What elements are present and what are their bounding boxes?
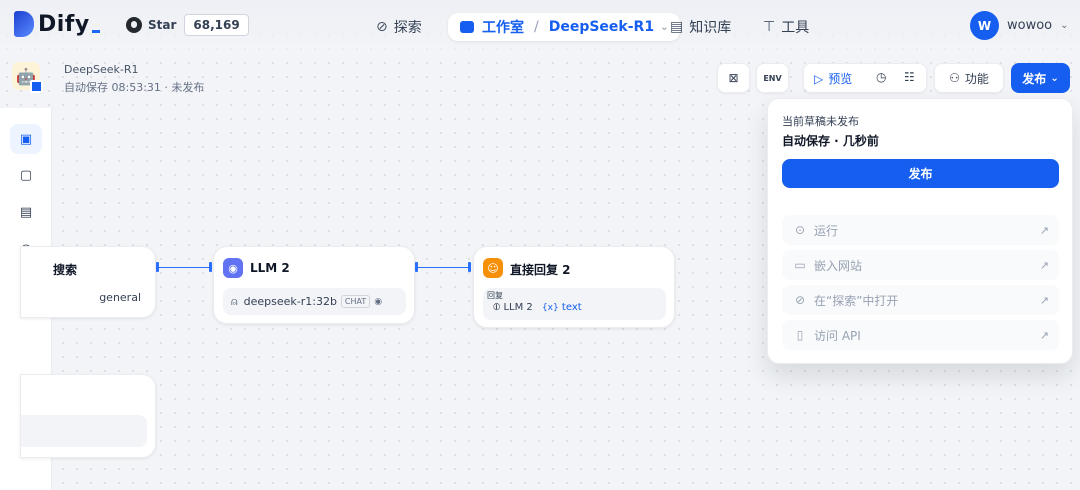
- partial-node-bottom[interactable]: [20, 374, 156, 458]
- llm-model-name: deepseek-r1:32b: [243, 295, 337, 308]
- preview-toolbar-group: ▷ 预览 ◷ ☷: [803, 63, 927, 93]
- access-api-item[interactable]: ▯ 访问 API ↗: [782, 320, 1059, 350]
- dify-logo[interactable]: Dify: [14, 11, 100, 37]
- llm-node-title: LLM 2: [250, 261, 290, 275]
- features-icon: ⚇: [949, 71, 960, 85]
- app-name: DeepSeek-R1: [64, 63, 139, 76]
- open-in-explore-item[interactable]: ⊘ 在“探索”中打开 ↗: [782, 285, 1059, 315]
- nav-knowledge-label: 知识库: [689, 20, 732, 36]
- preview-button[interactable]: ▷ 预览: [814, 70, 852, 87]
- compass-icon: ⊘: [376, 19, 388, 35]
- nav-tools[interactable]: ⊤ 工具: [755, 13, 817, 41]
- answer-field: 回复 ⦶ LLM 2 {x} text: [483, 288, 666, 320]
- dify-logo-mark: [14, 11, 34, 37]
- publish-dropdown: 当前草稿未发布 自动保存 · 几秒前 发布 ⊙ 运行 ↗ ▭ 嵌入网站 ↗ ⊘ …: [767, 98, 1073, 364]
- env-icon: ENV: [763, 73, 782, 83]
- features-label: 功能: [964, 71, 989, 86]
- answer-source-node: LLM 2: [503, 302, 533, 313]
- api-doc-icon: ▯: [796, 328, 804, 342]
- nav-studio-label: 工作室: [482, 20, 524, 36]
- book-icon: ▤: [670, 19, 684, 35]
- nav-explore[interactable]: ⊘ 探索: [368, 13, 430, 41]
- target-handle[interactable]: [209, 262, 212, 272]
- partial-node-field: general: [53, 287, 149, 309]
- play-icon: ▷: [814, 71, 824, 86]
- list-icon[interactable]: ☷: [904, 70, 915, 84]
- current-app-breadcrumb[interactable]: DeepSeek-R1: [549, 19, 654, 35]
- embed-site-label: 嵌入网站: [814, 258, 863, 273]
- embed-site-item[interactable]: ▭ 嵌入网站 ↗: [782, 250, 1059, 280]
- explore-icon: ⊘: [794, 293, 806, 307]
- access-api-label: 访问 API: [814, 328, 861, 343]
- partial-node-bottom-field: [21, 415, 147, 447]
- nav-explore-label: 探索: [393, 20, 422, 36]
- user-name: wowoo: [1007, 18, 1053, 33]
- answer-variable: text: [561, 302, 582, 313]
- connection-edge[interactable]: [418, 267, 470, 268]
- nav-studio[interactable]: 工作室 / DeepSeek-R1 ⌄: [448, 13, 681, 41]
- orchestrate-icon[interactable]: ▣: [10, 124, 42, 154]
- github-icon: [126, 17, 142, 33]
- github-star-count: 68,169: [184, 14, 249, 36]
- external-link-icon: ↗: [1039, 223, 1049, 237]
- nav-knowledge[interactable]: ▤ 知识库: [662, 13, 739, 41]
- run-app-item[interactable]: ⊙ 运行 ↗: [782, 215, 1059, 245]
- features-button[interactable]: ⚇ 功能: [934, 63, 1004, 93]
- llm-mode-badge: CHAT: [340, 295, 371, 308]
- answer-node[interactable]: ☺ 直接回复 2 回复 ⦶ LLM 2 {x} text: [473, 246, 675, 328]
- robot-icon: [460, 21, 474, 33]
- publish-button[interactable]: 发布 ⌄: [1011, 63, 1070, 93]
- llm-node[interactable]: ◉ LLM 2 ⍝ deepseek-r1:32b CHAT ◉: [213, 246, 415, 324]
- github-star-label: Star: [148, 18, 177, 32]
- avatar: W: [970, 11, 999, 40]
- target-handle[interactable]: [468, 262, 471, 272]
- chevron-down-icon: ⌄: [1050, 72, 1059, 84]
- terminal-icon[interactable]: ▢: [10, 160, 42, 190]
- llm-icon: ◉: [223, 258, 243, 278]
- preview-label: 预览: [828, 72, 853, 86]
- embed-icon: ▭: [794, 258, 806, 272]
- answer-source: ⦶ LLM 2 {x} text: [493, 302, 582, 313]
- brand-cursor: [91, 29, 100, 33]
- eye-icon: ◉: [374, 296, 383, 307]
- partial-node-title: 搜索: [53, 263, 78, 277]
- history-icon[interactable]: ◷: [876, 70, 886, 84]
- hammer-icon: ⊤: [763, 19, 776, 35]
- partial-search-node[interactable]: 搜索 general: [20, 246, 156, 318]
- external-link-icon: ↗: [1039, 328, 1049, 342]
- run-app-label: 运行: [814, 223, 839, 238]
- autosave-status: 自动保存 08:53:31 · 未发布: [64, 81, 205, 94]
- connection-edge[interactable]: [159, 267, 211, 268]
- nav-tools-label: 工具: [781, 20, 810, 36]
- answer-node-title: 直接回复 2: [510, 263, 571, 277]
- answer-field-label: 回复: [487, 291, 503, 300]
- external-link-icon: ↗: [1039, 258, 1049, 272]
- autosave-time: 自动保存 · 几秒前: [782, 134, 879, 148]
- logs-icon[interactable]: ▤: [10, 197, 42, 227]
- llm-small-icon: ⦶: [493, 302, 501, 313]
- top-navigation-bar: Dify Star 68,169 ⊘ 探索 工作室 / DeepSeek-R1 …: [0, 0, 1080, 52]
- checklist-button[interactable]: ⊠: [717, 63, 750, 93]
- chevron-down-icon: ⌄: [1060, 20, 1069, 31]
- open-in-explore-label: 在“探索”中打开: [814, 293, 899, 308]
- llm-model-selector[interactable]: ⍝ deepseek-r1:32b CHAT ◉: [223, 288, 406, 315]
- panel-publish-button[interactable]: 发布: [782, 159, 1059, 188]
- draft-status: 当前草稿未发布: [782, 115, 859, 128]
- brand-name: Dify: [38, 11, 90, 37]
- model-provider-icon: ⍝: [231, 294, 238, 308]
- env-button[interactable]: ENV: [756, 63, 789, 93]
- external-link-icon: ↗: [1039, 293, 1049, 307]
- play-circle-icon: ⊙: [794, 223, 806, 237]
- answer-icon: ☺: [483, 258, 503, 278]
- breadcrumb-separator: /: [534, 19, 539, 35]
- user-menu[interactable]: W wowoo ⌄: [970, 11, 1069, 40]
- github-star-widget[interactable]: Star 68,169: [126, 14, 249, 36]
- variable-icon: {x}: [541, 303, 559, 313]
- checklist-icon: ⊠: [728, 71, 739, 85]
- partial-node-value: general: [99, 291, 141, 304]
- app-icon[interactable]: 🤖: [12, 62, 43, 93]
- publish-label: 发布: [1022, 71, 1047, 86]
